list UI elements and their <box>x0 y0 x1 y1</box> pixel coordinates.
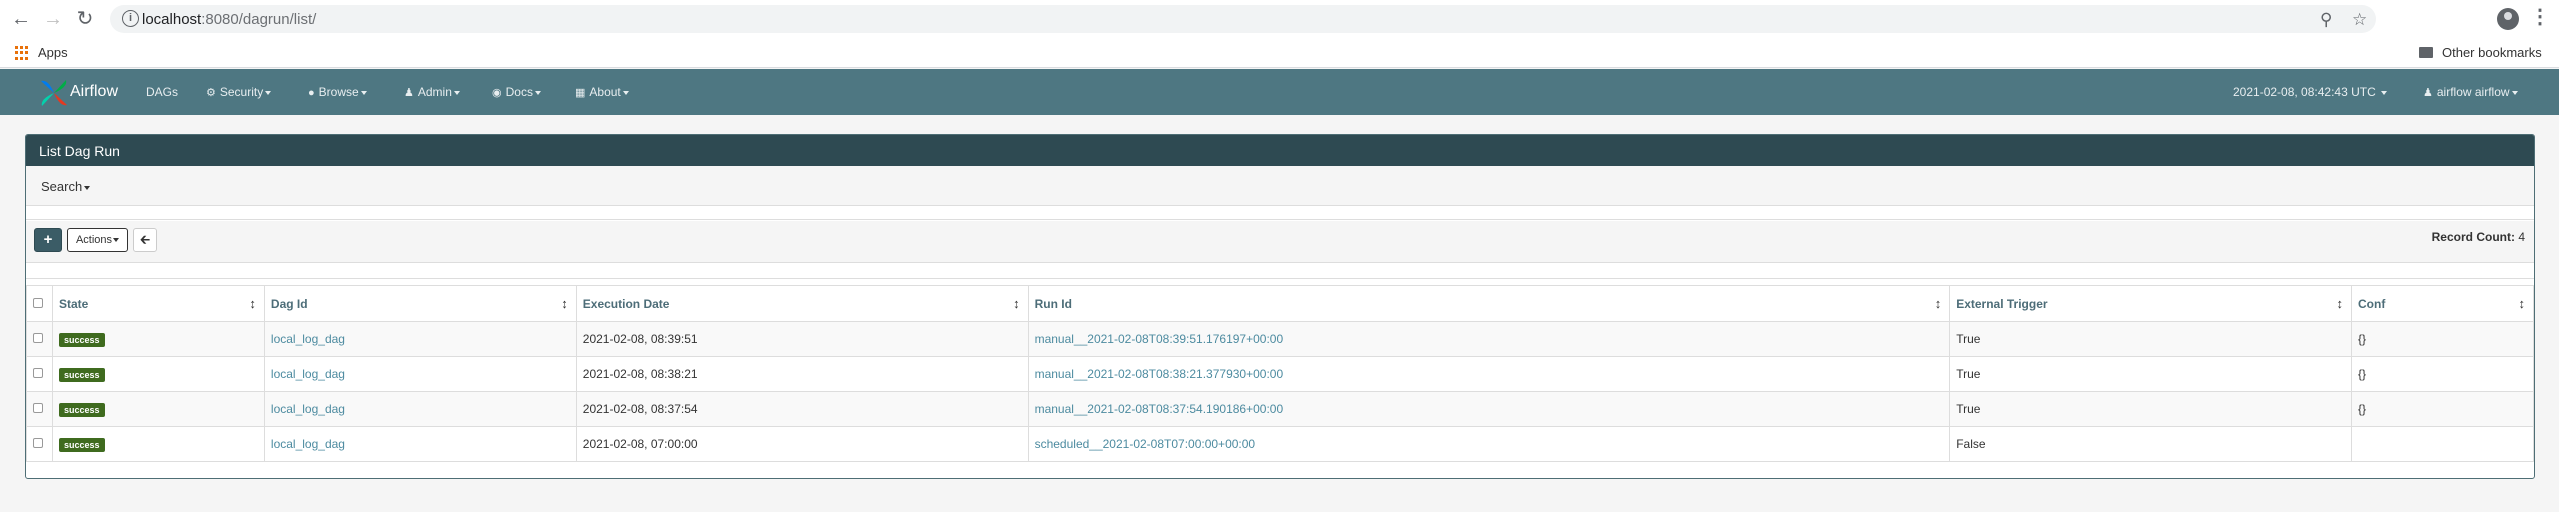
row-checkbox[interactable] <box>26 391 53 427</box>
column-header-conf[interactable]: Conf ↕ <box>2351 285 2534 322</box>
column-header-run-id[interactable]: Run Id ↕ <box>1027 285 1951 322</box>
external-trigger: True <box>1949 356 2353 392</box>
dag-id-link[interactable]: local_log_dag <box>271 402 345 416</box>
row-checkbox[interactable] <box>26 356 53 392</box>
conf: {} <box>2351 391 2534 427</box>
search-toggle[interactable]: Search <box>41 179 91 194</box>
conf: {} <box>2351 356 2534 392</box>
dag-id-link[interactable]: local_log_dag <box>271 332 345 346</box>
page-title: List Dag Run <box>39 143 120 159</box>
table-row: success local_log_dag 2021-02-08, 08:37:… <box>26 391 2534 427</box>
search-filters-area <box>26 206 2534 220</box>
sort-icon[interactable]: ↕ <box>561 296 568 311</box>
bookmark-star-icon[interactable]: ☆ <box>2352 10 2367 30</box>
conf <box>2351 426 2534 462</box>
sort-icon[interactable]: ↕ <box>1013 296 1020 311</box>
apps-bookmark[interactable]: Apps <box>38 45 68 60</box>
panel-header: List Dag Run <box>26 135 2534 166</box>
select-all-checkbox[interactable] <box>26 285 53 322</box>
table-row: success local_log_dag 2021-02-08, 08:38:… <box>26 356 2534 392</box>
user-icon: ♟ <box>404 87 414 99</box>
brand-name[interactable]: Airflow <box>70 83 118 101</box>
profile-avatar-icon[interactable] <box>2497 8 2519 30</box>
browser-menu-icon[interactable]: ⋮ <box>2530 4 2550 29</box>
execution-date: 2021-02-08, 07:00:00 <box>575 426 1029 462</box>
sort-icon[interactable]: ↕ <box>1935 296 1942 311</box>
back-arrow-icon[interactable]: ← <box>8 6 34 32</box>
dag-run-table: State ↕ Dag Id ↕ Execution Date ↕ Run Id ↕ E… <box>26 285 2534 462</box>
arrow-left-icon[interactable]: 🡰 <box>133 228 157 252</box>
site-info-icon[interactable]: i <box>122 10 139 27</box>
browser-toolbar: ← → ↻ i localhost:8080/dagrun/list/ ⚲ ☆ … <box>0 0 2559 38</box>
status-badge: success <box>58 402 105 417</box>
folder-icon <box>2419 47 2433 58</box>
nav-docs[interactable]: ◉ Docs <box>492 85 541 99</box>
external-trigger: True <box>1949 321 2353 357</box>
address-url: localhost:8080/dagrun/list/ <box>142 11 317 28</box>
search-row: Search <box>26 166 2534 206</box>
list-toolbar: + Actions 🡰 Record Count: 4 <box>26 221 2534 263</box>
row-checkbox[interactable] <box>26 321 53 357</box>
sort-icon[interactable]: ↕ <box>2519 296 2526 311</box>
cogs-icon: ⚙ <box>206 87 216 99</box>
nav-admin[interactable]: ♟ Admin <box>404 85 460 99</box>
nav-browse[interactable]: ● Browse <box>308 85 367 99</box>
zoom-icon[interactable]: ⚲ <box>2320 10 2332 30</box>
execution-date: 2021-02-08, 08:38:21 <box>575 356 1029 392</box>
lifebuoy-icon: ◉ <box>492 87 502 99</box>
dag-id-link[interactable]: local_log_dag <box>271 367 345 381</box>
table-row: success local_log_dag 2021-02-08, 08:39:… <box>26 321 2534 357</box>
nav-security[interactable]: ⚙ Security <box>206 85 272 99</box>
nav-dags[interactable]: DAGs <box>146 85 178 99</box>
column-header-dag-id[interactable]: Dag Id ↕ <box>263 285 577 322</box>
utc-clock[interactable]: 2021-02-08, 08:42:43 UTC <box>2233 85 2388 99</box>
status-badge: success <box>58 332 105 347</box>
dag-id-link[interactable]: local_log_dag <box>271 437 345 451</box>
forward-arrow-icon[interactable]: → <box>40 6 66 32</box>
conf: {} <box>2351 321 2534 357</box>
column-header-execution-date[interactable]: Execution Date ↕ <box>575 285 1029 322</box>
reload-icon[interactable]: ↻ <box>72 6 98 32</box>
row-checkbox[interactable] <box>26 426 53 462</box>
sort-icon[interactable]: ↕ <box>2337 296 2344 311</box>
toolbar-spacer <box>26 263 2534 279</box>
address-bar[interactable]: i localhost:8080/dagrun/list/ ⚲ ☆ <box>110 5 2376 33</box>
airflow-logo-icon[interactable] <box>38 77 70 109</box>
run-id-link[interactable]: manual__2021-02-08T08:39:51.176197+00:00 <box>1035 332 1284 346</box>
dag-run-panel: List Dag Run Search + Actions 🡰 Record C… <box>25 134 2535 479</box>
airflow-navbar: Airflow DAGs ⚙ Security ● Browse ♟ Admin ◉ D… <box>0 69 2559 115</box>
user-icon: ♟ <box>2423 87 2433 99</box>
user-menu[interactable]: ♟ airflow airflow <box>2423 85 2518 99</box>
run-id-link[interactable]: manual__2021-02-08T08:38:21.377930+00:00 <box>1035 367 1284 381</box>
actions-dropdown[interactable]: Actions <box>67 228 128 252</box>
execution-date: 2021-02-08, 08:37:54 <box>575 391 1029 427</box>
status-badge: success <box>58 437 105 452</box>
apps-grid-icon[interactable] <box>15 46 29 60</box>
globe-icon: ● <box>308 87 315 99</box>
column-header-external-trigger[interactable]: External Trigger ↕ <box>1949 285 2353 322</box>
table-header-row: State ↕ Dag Id ↕ Execution Date ↕ Run Id ↕ E… <box>26 285 2534 322</box>
execution-date: 2021-02-08, 08:39:51 <box>575 321 1029 357</box>
add-record-button[interactable]: + <box>34 228 62 252</box>
other-bookmarks[interactable]: Other bookmarks <box>2442 45 2542 60</box>
nav-about[interactable]: ▦ About <box>575 85 629 99</box>
table-row: success local_log_dag 2021-02-08, 07:00:… <box>26 426 2534 462</box>
sort-icon[interactable]: ↕ <box>249 296 256 311</box>
record-count: Record Count: 4 <box>2431 230 2525 244</box>
external-trigger: True <box>1949 391 2353 427</box>
column-header-state[interactable]: State ↕ <box>51 285 265 322</box>
external-trigger: False <box>1949 426 2353 462</box>
run-id-link[interactable]: manual__2021-02-08T08:37:54.190186+00:00 <box>1035 402 1284 416</box>
status-badge: success <box>58 367 105 382</box>
bookmarks-bar: Apps Other bookmarks <box>0 38 2559 68</box>
th-icon: ▦ <box>575 87 586 99</box>
run-id-link[interactable]: scheduled__2021-02-08T07:00:00+00:00 <box>1035 437 1256 451</box>
